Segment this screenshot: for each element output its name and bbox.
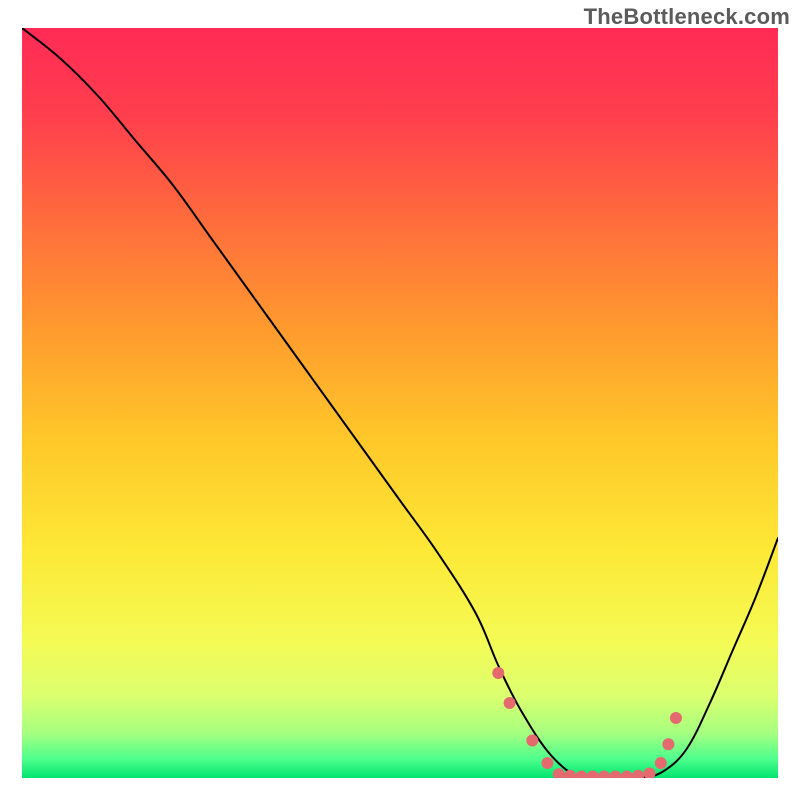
optimal-zone-markers-point — [541, 757, 553, 769]
optimal-zone-markers-point — [575, 771, 587, 783]
optimal-zone-markers-point — [621, 771, 633, 783]
optimal-zone-markers-point — [662, 738, 674, 750]
optimal-zone-markers-point — [632, 770, 644, 782]
watermark-label: TheBottleneck.com — [584, 4, 790, 30]
bottleneck-chart: TheBottleneck.com — [0, 0, 800, 800]
optimal-zone-markers-point — [492, 667, 504, 679]
optimal-zone-markers-point — [609, 771, 621, 783]
chart-svg — [0, 0, 800, 800]
optimal-zone-markers-point — [670, 712, 682, 724]
optimal-zone-markers-point — [643, 768, 655, 780]
optimal-zone-markers-point — [598, 771, 610, 783]
optimal-zone-markers-point — [526, 735, 538, 747]
optimal-zone-markers-point — [564, 770, 576, 782]
optimal-zone-markers-point — [587, 771, 599, 783]
optimal-zone-markers-point — [655, 757, 667, 769]
optimal-zone-markers-point — [553, 768, 565, 780]
optimal-zone-markers-point — [504, 697, 516, 709]
